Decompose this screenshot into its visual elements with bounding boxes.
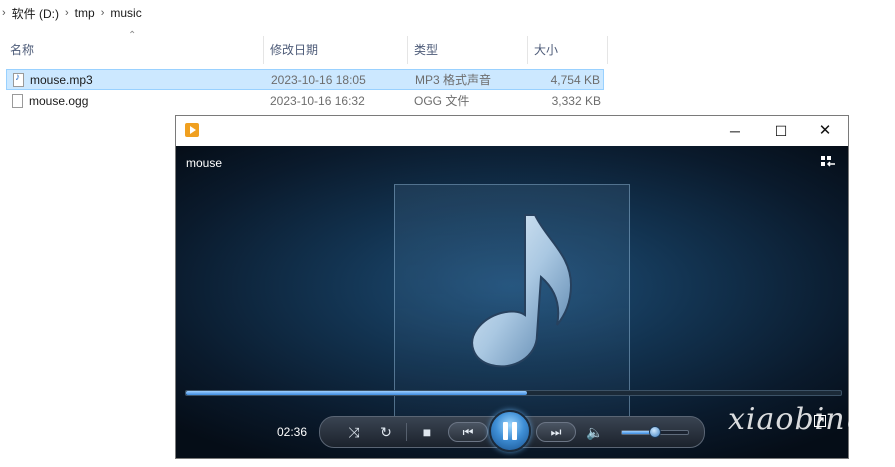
volume-slider[interactable] [621,426,689,438]
maximize-button[interactable]: ☐ [758,116,804,146]
volume-slider-handle[interactable] [649,426,661,438]
column-header-size[interactable]: 大小 [534,36,604,62]
breadcrumb-drive[interactable]: 软件 (D:) [12,5,59,22]
column-header-type[interactable]: 类型 [414,36,524,62]
chevron-right-icon[interactable]: › [65,7,69,19]
chevron-right-icon: › [2,7,6,19]
file-row-mouse-ogg[interactable]: mouse.ogg 2023-10-16 16:32 OGG 文件 3,332 … [6,91,604,112]
file-name: mouse.ogg [29,94,89,108]
file-icon [12,94,23,108]
file-type: MP3 格式声音 [415,73,492,87]
album-art [394,184,630,418]
breadcrumb-tmp[interactable]: tmp [75,6,95,20]
previous-button[interactable]: ⏮ [448,422,488,442]
breadcrumb-music[interactable]: music [110,6,141,20]
close-button[interactable]: ✕ [802,116,848,146]
file-size: 4,754 KB [550,73,600,87]
file-type: OGG 文件 [414,94,470,108]
chevron-right-icon[interactable]: › [101,7,105,19]
media-title: mouse [186,156,223,170]
repeat-button[interactable]: ↻ [374,417,398,447]
stop-button[interactable]: ■ [416,417,438,447]
seek-bar-progress [186,391,527,395]
media-player-app-icon[interactable] [185,123,199,137]
pause-button[interactable] [489,410,531,452]
title-bar[interactable]: ─ ☐ ✕ [176,116,848,146]
file-date: 2023-10-16 18:05 [271,73,366,87]
file-name: mouse.mp3 [30,73,93,87]
breadcrumb: › 软件 (D:) › tmp › music [0,0,895,26]
mute-button[interactable]: 🔈 [584,417,606,447]
column-divider[interactable] [263,36,264,64]
file-size: 3,332 KB [551,94,601,108]
divider [406,423,407,441]
minimize-button[interactable]: ─ [712,116,758,146]
column-divider[interactable] [607,36,608,64]
file-date: 2023-10-16 16:32 [270,94,365,108]
next-button[interactable]: ⏭ [536,422,576,442]
current-time: 02:36 [277,425,308,439]
shuffle-button[interactable]: ⤨ [342,417,366,447]
audio-file-icon: ♪ [13,72,24,87]
watermark: xiaobinqt [728,402,879,437]
column-header-date[interactable]: 修改日期 [270,36,405,62]
pause-icon [503,422,517,440]
seek-bar[interactable] [185,390,842,396]
column-header-name[interactable]: 名称 [10,36,260,62]
column-divider[interactable] [527,36,528,64]
switch-to-library-icon[interactable] [820,155,836,169]
column-divider[interactable] [407,36,408,64]
file-row-mouse-mp3[interactable]: ♪ mouse.mp3 2023-10-16 18:05 MP3 格式声音 4,… [6,69,604,90]
music-note-icon [471,214,573,368]
